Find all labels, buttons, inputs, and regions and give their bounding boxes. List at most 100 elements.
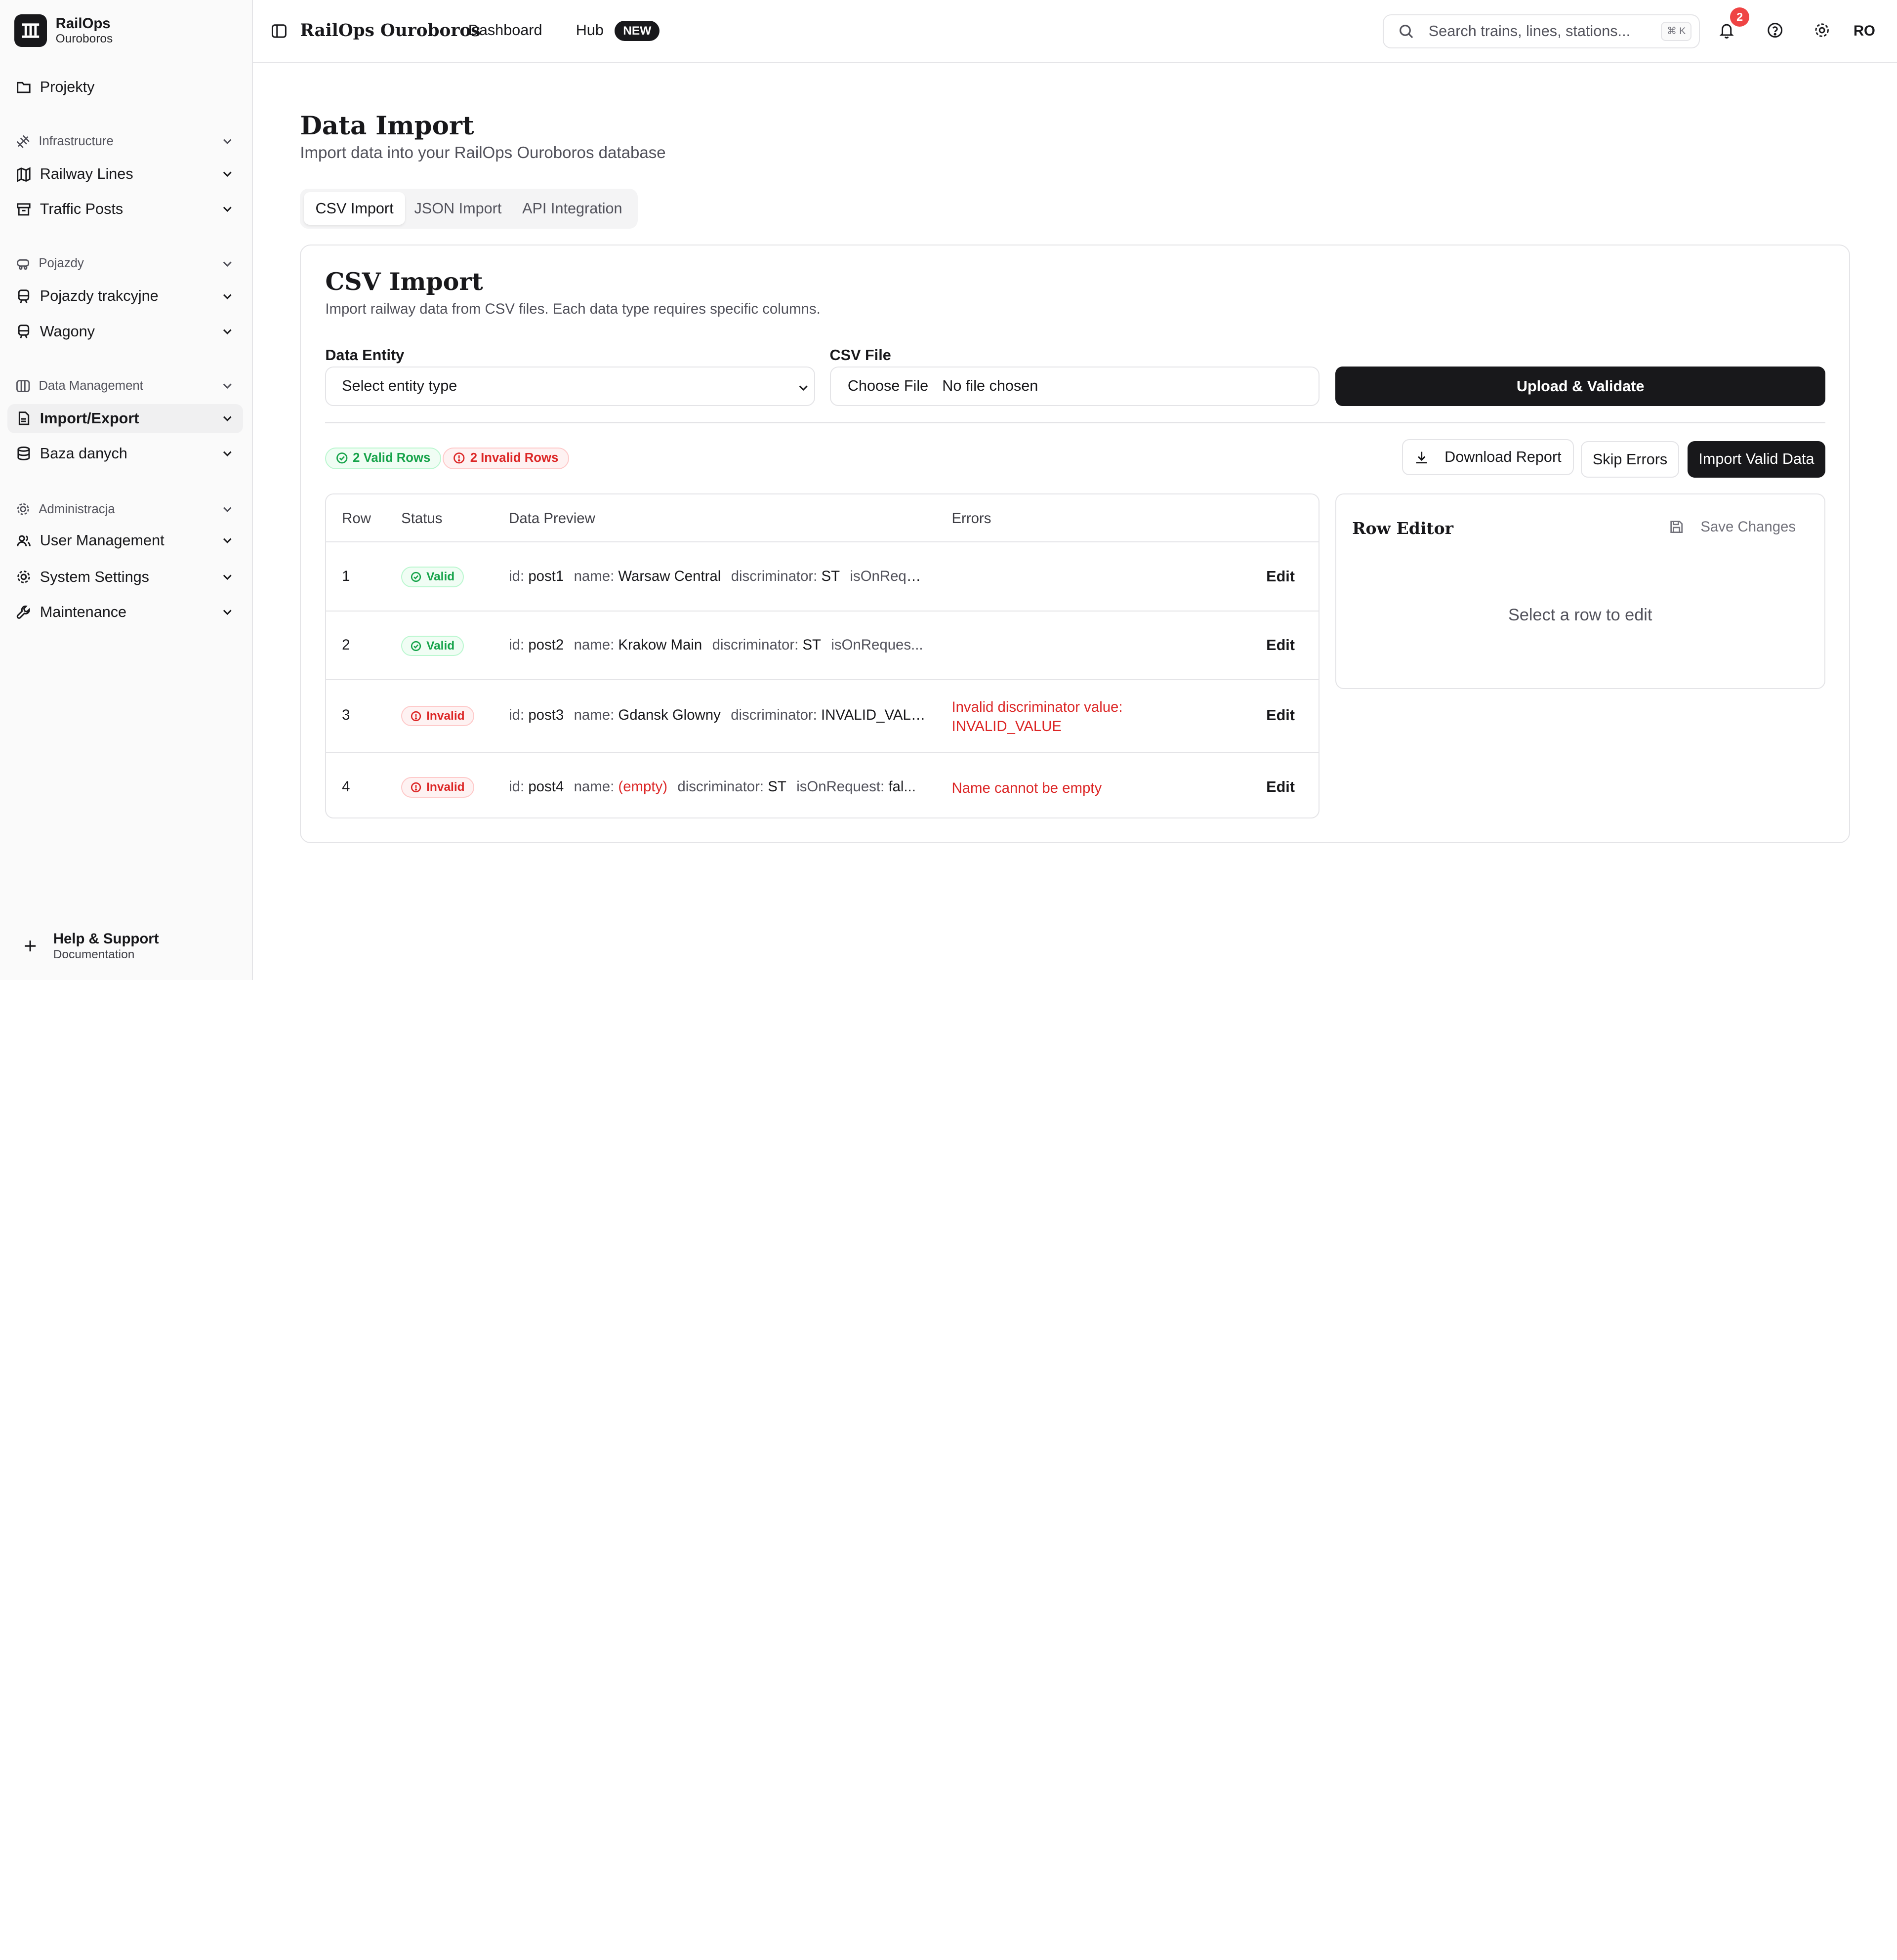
plus-icon bbox=[25, 940, 36, 951]
key-id: id: bbox=[509, 778, 525, 795]
key-discriminator: discriminator: bbox=[731, 568, 818, 584]
sidebar-item-projekty[interactable]: Projekty bbox=[7, 73, 244, 102]
app-root: RailOps Ouroboros Projekty Infrastructur… bbox=[0, 0, 1897, 980]
download-report-button[interactable]: Download Report bbox=[1402, 439, 1574, 475]
sidebar-item-import-export[interactable]: Import/Export bbox=[7, 404, 244, 433]
bell-icon[interactable] bbox=[1718, 22, 1735, 39]
file-status: No file chosen bbox=[942, 377, 1038, 394]
sidebar-group-label: Data Management bbox=[39, 378, 143, 393]
search-box[interactable]: ⌘ K bbox=[1383, 14, 1700, 48]
database-columns-icon bbox=[16, 379, 30, 393]
skip-errors-label: Skip Errors bbox=[1592, 450, 1668, 468]
entity-type-select[interactable]: Select entity type bbox=[325, 366, 816, 407]
header-data-preview: Data Preview bbox=[509, 510, 595, 527]
search-shortcut: ⌘ K bbox=[1661, 21, 1692, 41]
brand-subtitle: Ouroboros bbox=[55, 32, 113, 46]
chevron-down-icon bbox=[223, 610, 232, 615]
nav-hub-link[interactable]: Hub bbox=[576, 22, 604, 39]
sidebar-item-railway-lines[interactable]: Railway Lines bbox=[7, 160, 244, 189]
save-changes-button[interactable]: Save Changes bbox=[1669, 519, 1796, 535]
nav-dashboard-link[interactable]: Dashboard bbox=[468, 22, 542, 39]
sidebar-group-infrastructure[interactable]: Infrastructure bbox=[7, 130, 244, 152]
data-preview: id: post4 name: (empty) discriminator: S… bbox=[509, 778, 926, 795]
page-title: Data Import bbox=[300, 111, 474, 141]
alert-circle-icon bbox=[453, 452, 465, 464]
tab-csv-import[interactable]: CSV Import bbox=[303, 192, 406, 225]
alert-circle-icon bbox=[411, 782, 421, 793]
sidebar-group-administracja[interactable]: Administracja bbox=[7, 498, 244, 520]
database-icon bbox=[16, 446, 32, 461]
brand-title: RailOps bbox=[55, 15, 111, 32]
search-input[interactable] bbox=[1428, 23, 1647, 41]
row-number: 1 bbox=[342, 568, 350, 584]
status-badge: Valid bbox=[401, 635, 464, 656]
users-icon bbox=[16, 533, 32, 549]
sidebar-group-label: Infrastructure bbox=[39, 134, 114, 149]
skip-errors-button[interactable]: Skip Errors bbox=[1581, 441, 1679, 478]
upload-validate-button[interactable]: Upload & Validate bbox=[1335, 366, 1826, 407]
check-circle-icon bbox=[411, 641, 421, 652]
sidebar-item-traffic-posts[interactable]: Traffic Posts bbox=[7, 195, 244, 224]
sidebar-item-pojazdy-trakcyjne[interactable]: Pojazdy trakcyjne bbox=[7, 282, 244, 311]
value-id: post2 bbox=[528, 637, 564, 653]
validation-table: Row Status Data Preview Errors 1 Valid i… bbox=[325, 493, 1320, 819]
edit-row-button[interactable]: Edit bbox=[1266, 707, 1295, 724]
header-row: Row bbox=[342, 510, 371, 527]
edit-row-button[interactable]: Edit bbox=[1266, 637, 1295, 654]
sidebar-item-system-settings[interactable]: System Settings bbox=[7, 563, 244, 592]
card-title: CSV Import bbox=[325, 267, 483, 296]
table-row[interactable]: 2 Valid id: post2 name: Krakow Main disc… bbox=[326, 610, 1319, 680]
table-row[interactable]: 3 Invalid id: post3 name: Gdansk Glowny … bbox=[326, 679, 1319, 752]
csv-file-label: CSV File bbox=[829, 347, 891, 364]
save-changes-label: Save Changes bbox=[1700, 518, 1796, 535]
sidebar-item-user-management[interactable]: User Management bbox=[7, 526, 244, 555]
notification-count-badge: 2 bbox=[1730, 7, 1750, 27]
chevron-down-icon bbox=[223, 171, 232, 177]
user-avatar[interactable]: RO bbox=[1849, 17, 1880, 48]
sidebar-item-maintenance[interactable]: Maintenance bbox=[7, 598, 244, 627]
track-icon bbox=[16, 134, 30, 149]
help-circle-icon[interactable] bbox=[1767, 22, 1783, 39]
tab-json-import[interactable]: JSON Import bbox=[407, 192, 509, 225]
choose-file-button[interactable]: Choose File bbox=[848, 377, 928, 394]
csv-file-input[interactable]: Choose File No file chosen bbox=[829, 366, 1320, 407]
value-id: post1 bbox=[528, 568, 564, 584]
edit-row-button[interactable]: Edit bbox=[1266, 568, 1295, 585]
download-report-label: Download Report bbox=[1444, 448, 1562, 465]
invalid-rows-badge: 2 Invalid Rows bbox=[442, 447, 569, 469]
sidebar-item-baza-danych[interactable]: Baza danych bbox=[7, 439, 244, 468]
table-row[interactable]: 4 Invalid id: post4 name: (empty) discri… bbox=[326, 752, 1319, 817]
chevron-down-icon bbox=[223, 538, 232, 544]
top-bar: RailOps Ouroboros Dashboard Hub NEW ⌘ K … bbox=[252, 0, 1897, 63]
row-editor-title: Row Editor bbox=[1352, 518, 1454, 538]
gear-icon[interactable] bbox=[1814, 22, 1830, 39]
sidebar-item-label: Baza danych bbox=[40, 445, 127, 462]
key-discriminator: discriminator: bbox=[712, 637, 799, 653]
train-icon bbox=[16, 256, 30, 271]
search-icon bbox=[1399, 24, 1413, 39]
csv-import-card: CSV Import Import railway data from CSV … bbox=[300, 244, 1850, 843]
sidebar-group-label: Pojazdy bbox=[39, 256, 84, 271]
settings-icon bbox=[16, 502, 30, 516]
edit-row-button[interactable]: Edit bbox=[1266, 778, 1295, 796]
sidebar: RailOps Ouroboros Projekty Infrastructur… bbox=[0, 0, 253, 980]
sidebar-group-data-management[interactable]: Data Management bbox=[7, 375, 244, 397]
sidebar-toggle-icon[interactable] bbox=[271, 23, 287, 39]
sidebar-item-label: Maintenance bbox=[40, 603, 127, 620]
sidebar-item-wagony[interactable]: Wagony bbox=[7, 317, 244, 346]
help-support-link[interactable]: Help & Support Documentation bbox=[22, 930, 159, 961]
table-row[interactable]: 1 Valid id: post1 name: Warsaw Central d… bbox=[326, 541, 1319, 611]
entity-type-value: Select entity type bbox=[342, 377, 457, 394]
chevron-down-icon bbox=[223, 261, 232, 267]
truncated-field: isOnRequ... bbox=[850, 568, 926, 584]
chevron-down-icon bbox=[223, 206, 232, 212]
error-message: Invalid discriminator value: INVALID_VAL… bbox=[951, 698, 1123, 735]
brand[interactable]: RailOps Ouroboros bbox=[14, 14, 113, 47]
status-badge: Valid bbox=[401, 567, 464, 587]
import-valid-data-button[interactable]: Import Valid Data bbox=[1687, 441, 1826, 478]
chevron-down-icon bbox=[223, 507, 232, 512]
tab-api-integration[interactable]: API Integration bbox=[512, 192, 633, 225]
value-name: Gdansk Glowny bbox=[618, 707, 721, 724]
railops-logo-icon bbox=[14, 14, 47, 47]
sidebar-group-pojazdy[interactable]: Pojazdy bbox=[7, 253, 244, 275]
